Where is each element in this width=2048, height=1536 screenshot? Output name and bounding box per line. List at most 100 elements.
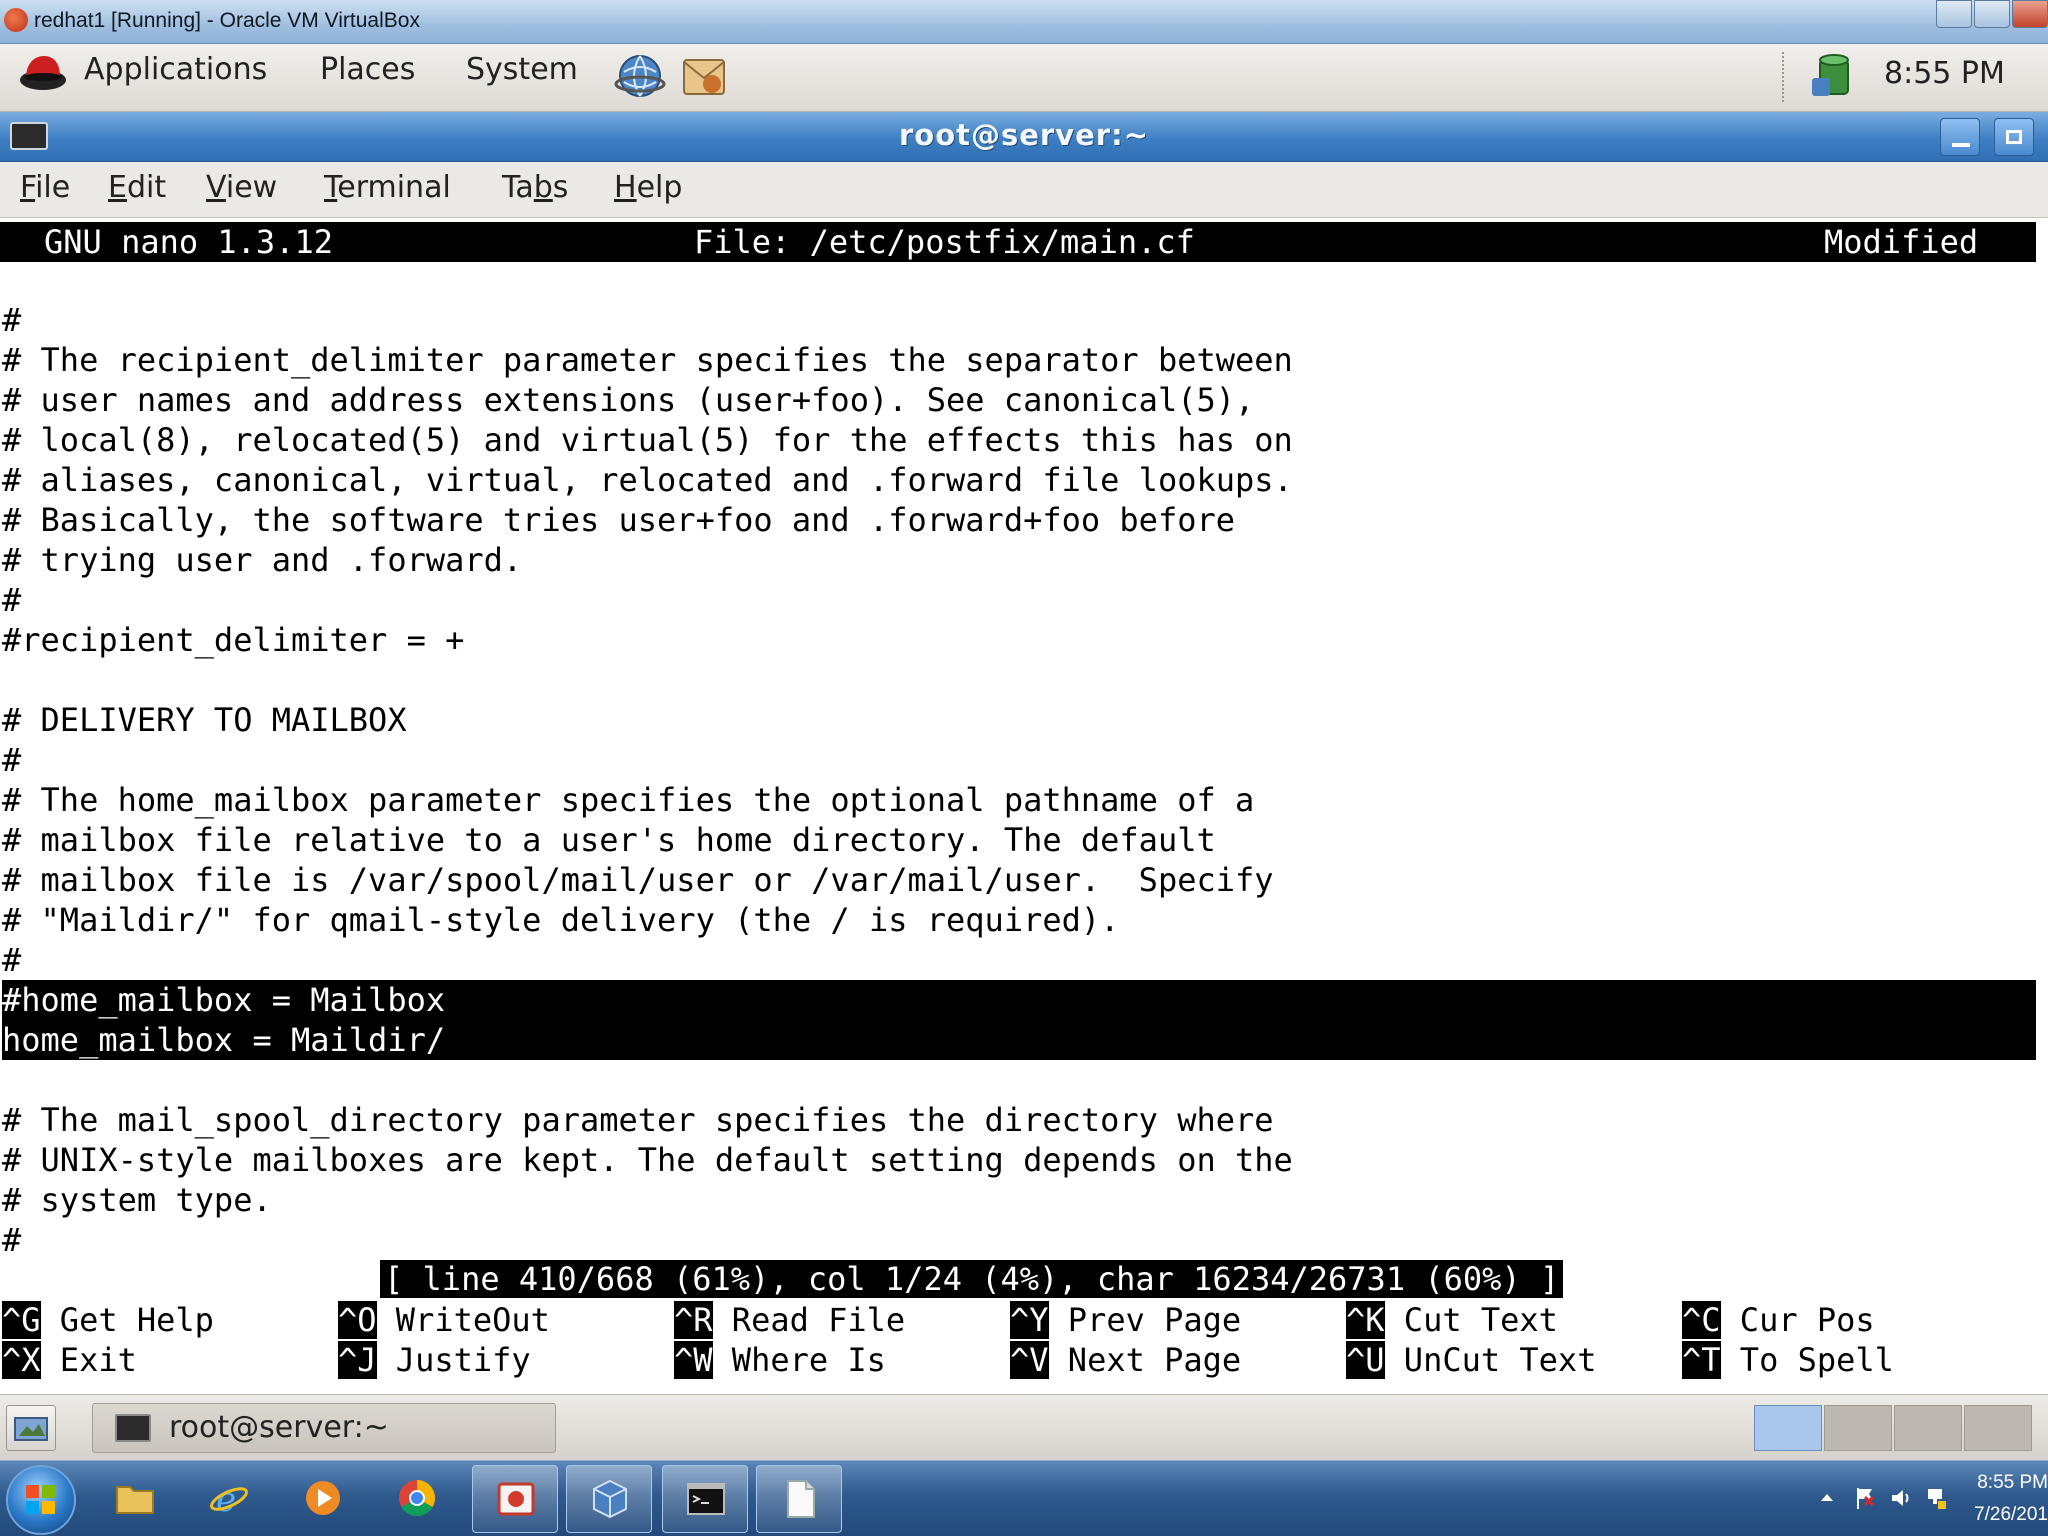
editor-line[interactable]: # [2,300,2036,340]
shortcut-label: Exit [59,1341,137,1379]
editor-line-selected[interactable]: home_mailbox = Maildir/ [2,1020,2036,1060]
terminal-minimize-button[interactable] [1940,118,1980,156]
editor-line[interactable]: # mailbox file relative to a user's home… [2,820,2036,860]
editor-line[interactable]: # The mail_spool_directory parameter spe… [2,1100,2036,1140]
taskbar-explorer-button[interactable] [92,1465,178,1533]
editor-line[interactable]: #recipient_delimiter = + [2,620,2036,660]
taskbar-chrome-button[interactable] [374,1465,460,1533]
nano-editor-buffer[interactable]: # # The recipient_delimiter parameter sp… [2,300,2036,1260]
editor-line[interactable]: # [2,1220,2036,1260]
windows-tray-clock[interactable]: 8:55 PM 7/26/201 [1970,1467,2048,1531]
media-player-icon [306,1481,340,1515]
panel-clock[interactable]: 8:55 PM [1884,56,2005,91]
virtualbox-window-title: redhat1 [Running] - Oracle VM VirtualBox [34,9,420,32]
software-update-icon[interactable] [1806,50,1862,102]
menu-tabs-label-start: Ta [502,170,534,205]
shortcut-label: Next Page [1067,1341,1242,1379]
terminal-maximize-button[interactable] [1994,118,2034,156]
menu-system[interactable]: System [466,52,578,87]
shortcut-cut-text[interactable]: ^K Cut Text [1346,1300,1558,1340]
menu-help-mnemonic: H [614,170,637,205]
editor-line[interactable]: # user names and address extensions (use… [2,380,2036,420]
workspace-2[interactable] [1824,1405,1892,1451]
menu-help[interactable]: Help [614,170,682,205]
menu-edit[interactable]: Edit [108,170,166,205]
show-desktop-button[interactable] [6,1405,56,1451]
shortcut-label: Where Is [731,1341,886,1379]
workspace-4[interactable] [1964,1405,2032,1451]
web-browser-launcher-icon[interactable] [614,50,666,102]
menu-applications[interactable]: Applications [84,52,267,87]
menu-tabs[interactable]: Tabs [502,170,568,205]
editor-line[interactable]: # system type. [2,1180,2036,1220]
shortcut-label: Cut Text [1403,1301,1558,1339]
editor-line[interactable]: # The recipient_delimiter parameter spec… [2,340,2036,380]
menu-file[interactable]: File [20,170,70,205]
vbox-restore-button[interactable] [1974,0,2010,28]
windows-taskbar: e 8:55 PM 7/26/201 [0,1460,2048,1536]
menu-view-mnemonic: V [206,170,226,205]
menu-terminal-mnemonic: T [324,170,338,205]
workspace-1[interactable] [1754,1405,1822,1451]
menu-view[interactable]: View [206,170,277,205]
taskbar-virtualbox-button[interactable] [566,1465,652,1533]
volume-icon[interactable] [1890,1485,1912,1511]
editor-line-selected[interactable]: #home_mailbox = Mailbox [2,980,2036,1020]
shortcut-to-spell[interactable]: ^T To Spell [1682,1340,1894,1380]
menu-terminal[interactable]: Terminal [324,170,451,205]
editor-line[interactable]: # mailbox file is /var/spool/mail/user o… [2,860,2036,900]
taskbar-ie-button[interactable]: e [186,1465,272,1533]
virtualbox-titlebar: redhat1 [Running] - Oracle VM VirtualBox [0,0,2048,44]
editor-line[interactable]: # DELIVERY TO MAILBOX [2,700,2036,740]
shortcut-exit[interactable]: ^X Exit [2,1340,137,1380]
taskbar-media-button[interactable] [280,1465,366,1533]
command-prompt-icon [687,1483,725,1515]
email-client-launcher-icon[interactable] [678,50,730,102]
shortcut-read-file[interactable]: ^R Read File [674,1300,905,1340]
network-icon[interactable] [1926,1485,1948,1511]
taskbar-task-terminal[interactable]: root@server:~ [92,1403,556,1453]
taskbar-recorder-button[interactable] [472,1465,558,1533]
editor-line[interactable]: # trying user and .forward. [2,540,2036,580]
gnome-bottom-panel: root@server:~ [0,1394,2048,1460]
editor-line[interactable]: # The home_mailbox parameter specifies t… [2,780,2036,820]
shortcut-writeout[interactable]: ^O WriteOut [338,1300,550,1340]
shortcut-key: ^G [2,1301,41,1339]
show-hidden-icons-arrow[interactable] [1816,1485,1838,1511]
editor-line[interactable]: # [2,940,2036,980]
vbox-close-button[interactable] [2012,0,2048,28]
shortcut-cur-pos[interactable]: ^C Cur Pos [1682,1300,1875,1340]
editor-line[interactable] [2,660,2036,700]
nano-header-bar: GNU nano 1.3.12 File: /etc/postfix/main.… [0,222,2036,262]
shortcut-uncut-text[interactable]: ^U UnCut Text [1346,1340,1596,1380]
windows-start-button[interactable] [6,1465,76,1535]
terminal-titlebar: root@server:~ [0,112,2048,162]
shortcut-get-help[interactable]: ^G Get Help [2,1300,214,1340]
taskbar-notepad-button[interactable] [756,1465,842,1533]
editor-line[interactable]: # aliases, canonical, virtual, relocated… [2,460,2036,500]
terminal-window-title: root@server:~ [898,118,1149,152]
editor-line[interactable]: # "Maildir/" for qmail-style delivery (t… [2,900,2036,940]
action-center-flag-icon[interactable] [1854,1485,1876,1511]
taskbar-cmd-button[interactable] [662,1465,748,1533]
editor-line[interactable]: # Basically, the software tries user+foo… [2,500,2036,540]
terminal-content[interactable]: GNU nano 1.3.12 File: /etc/postfix/main.… [0,218,2048,1394]
workspace-3[interactable] [1894,1405,1962,1451]
shortcut-justify[interactable]: ^J Justify [338,1340,531,1380]
menu-help-label: elp [636,170,683,205]
editor-line[interactable]: # [2,580,2036,620]
shortcut-key: ^X [2,1341,41,1379]
shortcut-next-page[interactable]: ^V Next Page [1010,1340,1241,1380]
editor-line[interactable] [2,1060,2036,1100]
virtualbox-icon [593,1479,627,1519]
vbox-minimize-button[interactable] [1936,0,1972,28]
editor-line[interactable]: # [2,740,2036,780]
shortcut-prev-page[interactable]: ^Y Prev Page [1010,1300,1241,1340]
editor-line[interactable]: # local(8), relocated(5) and virtual(5) … [2,420,2036,460]
editor-line[interactable]: # UNIX-style mailboxes are kept. The def… [2,1140,2036,1180]
shortcut-where-is[interactable]: ^W Where Is [674,1340,886,1380]
redhat-logo-icon[interactable] [18,50,68,94]
shortcut-label: Get Help [59,1301,214,1339]
taskbar-task-label: root@server:~ [169,1410,389,1445]
menu-places[interactable]: Places [320,52,415,87]
